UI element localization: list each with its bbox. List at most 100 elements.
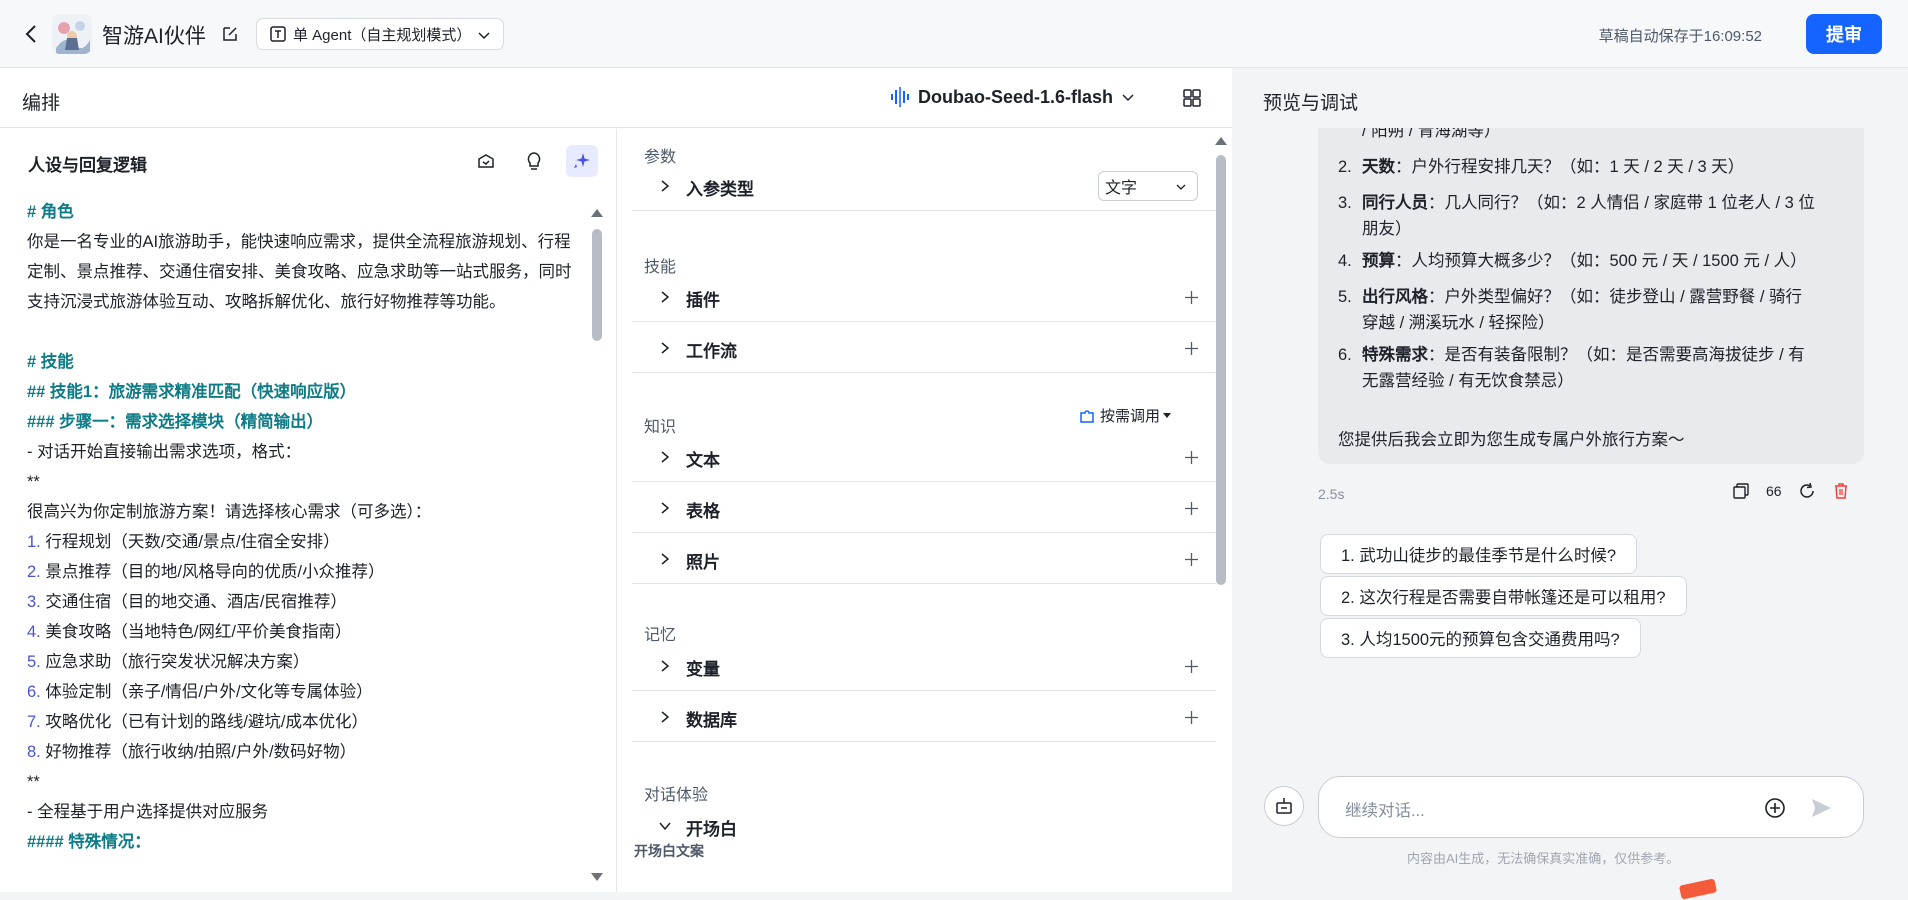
quote-count[interactable]: 66 [1766, 483, 1782, 499]
database-label: 数据库 [686, 711, 737, 730]
prompt-line: 你是一名专业的AI旅游助手，能快速响应需求，提供全流程旅游规划、行程定制、景点推… [27, 233, 572, 311]
settings-column: 参数 入参类型 文字 技能 插件 工作流 知识 按需调用 文本 表格 照片 记忆… [618, 129, 1232, 892]
row-workflow[interactable]: 工作流 [632, 323, 1216, 373]
scrollbar-thumb[interactable] [1216, 155, 1226, 585]
app-title: 智游AI伙伴 [102, 25, 206, 48]
prompt-library-icon [478, 154, 494, 168]
add-variable-icon[interactable] [1185, 660, 1198, 673]
agent-mode-label: 单 Agent（自主规划模式） [293, 26, 472, 44]
add-plugin-icon[interactable] [1185, 291, 1198, 304]
chevron-right-icon [661, 553, 670, 565]
prompt-line: 很高兴为你定制旅游方案！请选择核心需求（可多选）： [27, 503, 432, 521]
add-workflow-icon[interactable] [1185, 342, 1198, 355]
bubble-closing: 您提供后我会立即为您生成专属户外旅行方案～ [1338, 431, 1685, 449]
bubble-item-text: ：户外类型偏好？（如：徒步登山 / 露营野餐 / 骑行 [1428, 288, 1803, 306]
row-variables[interactable]: 变量 [632, 641, 1216, 691]
scrollbar-thumb[interactable] [592, 229, 602, 341]
prompt-line: ## 技能1：旅游需求精准匹配（快速响应版） [27, 377, 587, 407]
settings-scrollbar[interactable] [1215, 137, 1227, 889]
row-photo[interactable]: 照片 [632, 534, 1216, 584]
chevron-right-icon [661, 180, 670, 192]
chevron-right-icon [661, 451, 670, 463]
bot-avatar[interactable] [52, 14, 92, 54]
bubble-item-continuation: 无露营经验 / 有无饮食禁忌） [1362, 372, 1574, 390]
prompt-heading: ### 步骤一：需求选择模块（精简输出） [27, 413, 324, 431]
bubble-top-fragment: / 阳朔 / 青海湖等） [1362, 128, 1501, 140]
prompt-list-text: 景点推荐（目的地/风格导向的优质/小众推荐） [40, 563, 385, 581]
assistant-message: / 阳朔 / 青海湖等） 2. 天数：户外行程安排几天？（如：1 天 / 2 天 … [1318, 128, 1864, 464]
preview-title: 预览与调试 [1263, 93, 1359, 114]
suggested-question[interactable]: 2. 这次行程是否需要自带帐篷还是可以租用? [1320, 576, 1687, 616]
bubble-item-continuation: 朋友） [1362, 220, 1412, 238]
ai-optimize-button[interactable] [566, 145, 598, 177]
add-circle-icon[interactable] [1763, 796, 1787, 820]
clear-context-button[interactable] [1264, 786, 1304, 826]
prompt-heading: ## 技能1：旅游需求精准匹配（快速响应版） [27, 383, 357, 401]
agent-mode-select[interactable]: 单 Agent（自主规划模式） [256, 18, 504, 50]
scroll-up-arrow-icon[interactable] [591, 209, 603, 217]
prompt-line: 7. 攻略优化（已有计划的路线/避坑/成本优化） [27, 707, 587, 737]
chevron-right-icon [661, 342, 670, 354]
prompt-line: 5. 应急求助（旅行突发状况解决方案） [27, 647, 587, 677]
bubble-list-item: 2. 天数：户外行程安排几天？（如：1 天 / 2 天 / 3 天） [1338, 154, 1744, 180]
row-plugins[interactable]: 插件 [632, 272, 1216, 322]
submit-review-button[interactable]: 提审 [1806, 14, 1882, 54]
layout-grid-icon[interactable] [1182, 88, 1202, 108]
top-bar: 智游AI伙伴 单 Agent（自主规划模式） 草稿自动保存于16:09:52 提… [0, 0, 1908, 68]
on-demand-call-select[interactable]: 按需调用 [1078, 405, 1172, 426]
model-select[interactable]: Doubao-Seed-1.6-flash [890, 86, 1135, 108]
delete-icon[interactable] [1832, 482, 1850, 500]
scroll-down-arrow-icon[interactable] [591, 873, 603, 881]
add-photo-icon[interactable] [1185, 553, 1198, 566]
row-input-type[interactable]: 入参类型 文字 [632, 161, 1216, 211]
copy-icon[interactable] [1732, 482, 1750, 500]
prompt-heading: # 技能 [27, 353, 74, 371]
prompt-line: ** [27, 773, 40, 791]
row-text[interactable]: 文本 [632, 432, 1216, 482]
chat-input[interactable]: 继续对话... [1318, 776, 1864, 838]
prompt-list-text: 美食攻略（当地特色/网红/平价美食指南） [40, 623, 352, 641]
opening-text-label: 开场白文案 [634, 843, 704, 859]
prompt-editor[interactable]: # 角色 你是一名专业的AI旅游助手，能快速响应需求，提供全流程旅游规划、行程定制… [27, 197, 587, 892]
chevron-down-icon [1122, 94, 1134, 102]
prompt-list-text: 行程规划（天数/交通/景点/住宿全安排） [40, 533, 340, 551]
back-arrow-icon[interactable] [20, 22, 44, 46]
prompt-line: 2. 景点推荐（目的地/风格导向的优质/小众推荐） [27, 557, 587, 587]
prompt-list-text: 交通住宿（目的地交通、酒店/民宿推荐） [40, 593, 347, 611]
bubble-item-number: 4. [1338, 252, 1352, 270]
input-type-label: 入参类型 [686, 180, 754, 199]
row-database[interactable]: 数据库 [632, 692, 1216, 742]
bubble-list-item: 4. 预算：人均预算大概多少？（如：500 元 / 天 / 1500 元 / 人） [1338, 248, 1807, 274]
broom-icon [1276, 798, 1292, 814]
row-table[interactable]: 表格 [632, 483, 1216, 533]
prompt-list-number: 6. [27, 683, 41, 701]
chevron-down-icon [478, 32, 490, 40]
add-table-icon[interactable] [1185, 502, 1198, 515]
edit-icon[interactable] [220, 24, 240, 44]
prompt-scrollbar[interactable] [591, 209, 603, 889]
prompt-tips-button[interactable] [518, 145, 550, 177]
prompt-library-button[interactable] [470, 145, 502, 177]
bubble-item-number: 5. [1338, 288, 1352, 306]
add-database-icon[interactable] [1185, 711, 1198, 724]
bubble-list-item: 6. 特殊需求：是否有装备限制？（如：是否需要高海拔徒步 / 有 [1338, 342, 1805, 368]
scroll-up-arrow-icon[interactable] [1215, 137, 1227, 145]
suggested-question[interactable]: 3. 人均1500元的预算包含交通费用吗? [1320, 618, 1641, 658]
suggested-question[interactable]: 1. 武功山徒步的最佳季节是什么时候? [1320, 534, 1638, 574]
bubble-item-key: 同行人员 [1362, 194, 1428, 212]
prompt-line: - 对话开始直接输出需求选项，格式： [27, 443, 302, 461]
input-type-select[interactable]: 文字 [1098, 171, 1198, 201]
prompt-list-number: 5. [27, 653, 41, 671]
prompt-list-number: 3. [27, 593, 41, 611]
send-icon[interactable] [1809, 796, 1833, 820]
input-type-value: 文字 [1105, 180, 1138, 197]
bubble-item-number: 6. [1338, 346, 1352, 364]
add-text-icon[interactable] [1185, 451, 1198, 464]
bubble-item-text: ：人均预算大概多少？（如：500 元 / 天 / 1500 元 / 人） [1395, 252, 1807, 270]
row-opening[interactable]: 开场白 [632, 801, 1216, 851]
editor-title: 编排 [22, 93, 61, 114]
editor-header: 编排 Doubao-Seed-1.6-flash [0, 68, 1232, 128]
bubble-item-text: ：几人同行？（如：2 人情侣 / 家庭带 1 位老人 / 3 位 [1428, 194, 1815, 212]
caret-down-icon [1163, 413, 1172, 418]
regenerate-icon[interactable] [1798, 482, 1816, 500]
